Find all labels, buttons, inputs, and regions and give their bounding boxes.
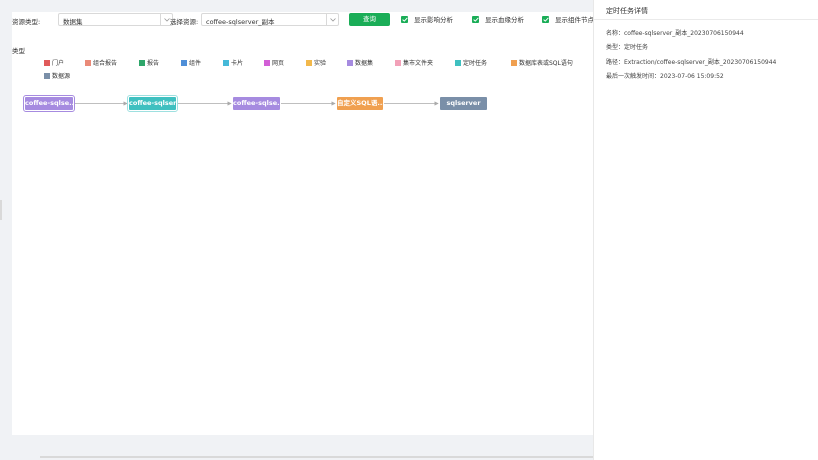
horizontal-scrollbar[interactable] <box>40 456 593 458</box>
panel-divider <box>594 19 818 20</box>
detail-path: 路径：Extraction/coffee-sqlserver_副本_202307… <box>606 59 777 66</box>
collapse-handle[interactable] <box>0 200 2 220</box>
panel-title: 定时任务详情 <box>606 7 648 15</box>
flow-node-custom-sql[interactable]: 自定义SQL语... <box>337 97 383 110</box>
flow-node-scheduled-task[interactable]: coffee-sqlser... <box>127 95 178 112</box>
detail-last-trigger: 最后一次触发时间：2023-07-06 15:09:52 <box>606 73 724 80</box>
detail-name: 名称：coffee-sqlserver_副本_20230706150944 <box>606 30 744 37</box>
lineage-graph <box>75 101 439 106</box>
flow-node-datasource[interactable]: sqlserver <box>440 97 487 110</box>
flow-node-dataset-source[interactable]: coffee-sqlse... <box>23 95 75 112</box>
flow-node-dataset[interactable]: coffee-sqlse... <box>233 97 280 110</box>
detail-panel: 定时任务详情 名称：coffee-sqlserver_副本_2023070615… <box>593 0 818 460</box>
detail-type: 类型：定时任务 <box>606 44 649 51</box>
